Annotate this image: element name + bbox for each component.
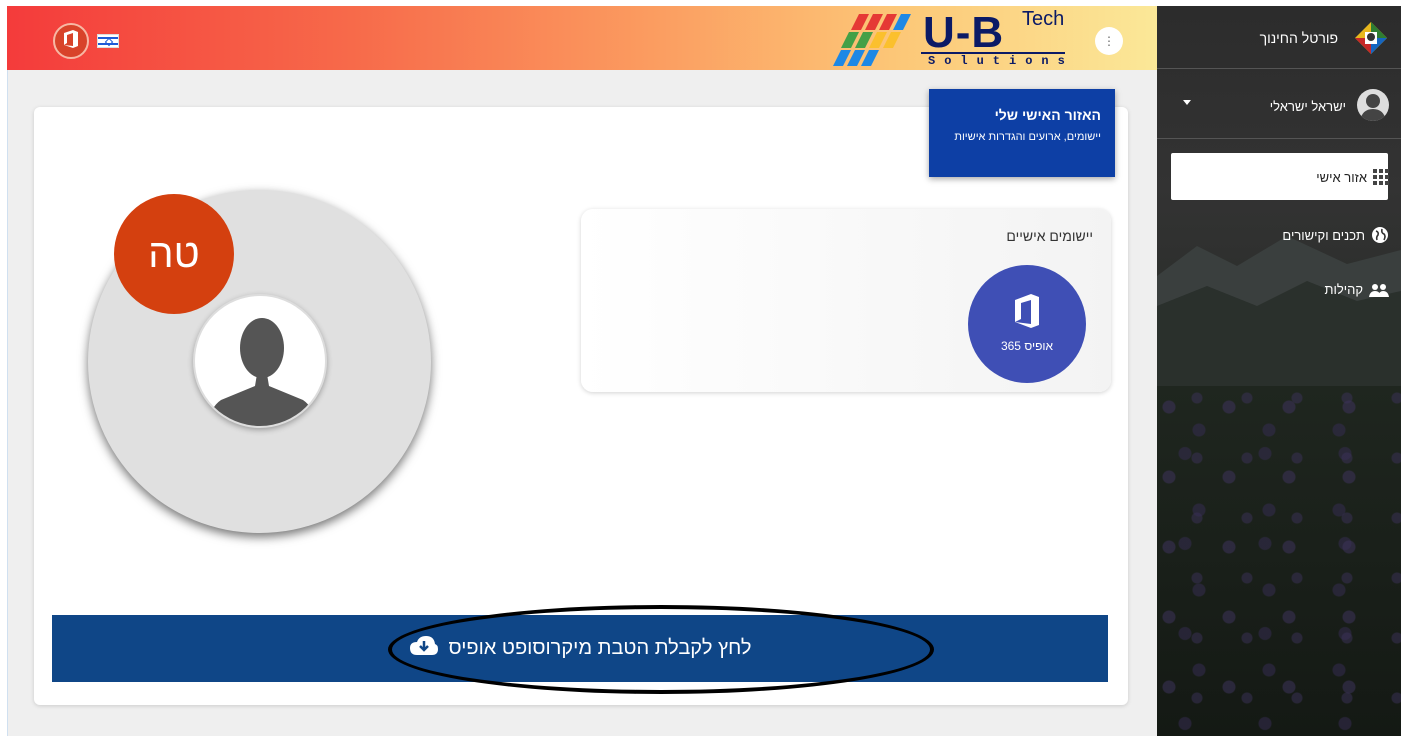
top-header: U-B Tech Solutions ⋮ <box>7 6 1157 70</box>
sidebar-item-label: אזור אישי <box>1316 169 1367 185</box>
logo-solutions-text: Solutions <box>928 54 1074 68</box>
personal-apps-card: יישומים אישיים אופיס 365 <box>581 209 1111 392</box>
sidebar-item-communities[interactable]: קהילות <box>1324 282 1389 297</box>
sidebar-item-label: קהילות <box>1324 282 1363 297</box>
sidebar-item-personal-area[interactable]: אזור אישי <box>1316 169 1389 185</box>
person-silhouette-icon <box>1360 94 1386 121</box>
flower-field-background <box>1157 386 1401 736</box>
people-icon <box>1369 283 1389 297</box>
israel-flag-icon[interactable] <box>97 34 119 48</box>
office-benefit-button[interactable]: לחץ לקבלת הטבת מיקרוסופט אופיס <box>52 615 1108 682</box>
more-options-button[interactable]: ⋮ <box>1095 27 1123 55</box>
user-name: ישראל ישראלי <box>1269 99 1346 114</box>
personal-apps-title: יישומים אישיים <box>1006 228 1093 244</box>
office-365-label: אופיס 365 <box>1000 339 1054 353</box>
logo-main-text: U-B <box>923 8 1005 57</box>
mountain-background-image <box>1157 236 1401 396</box>
sidebar-item-label: תכנים וקישורים <box>1282 227 1365 243</box>
office-benefit-label: לחץ לקבלת הטבת מיקרוסופט אופיס <box>448 637 752 659</box>
office-app-button[interactable] <box>53 23 89 59</box>
office-icon <box>62 29 80 54</box>
ub-tech-logo: U-B Tech Solutions <box>833 8 1065 68</box>
sidebar: פורטל החינוך ישראל ישראלי אזור אישי תכני… <box>1157 6 1401 736</box>
person-silhouette-icon <box>207 318 317 426</box>
portal-title: פורטל החינוך <box>1259 30 1338 46</box>
user-initials-badge: טה <box>114 194 234 314</box>
personal-area-title: האזור האישי שלי <box>994 107 1101 123</box>
user-avatar <box>1357 89 1389 121</box>
caret-down-icon[interactable] <box>1183 100 1191 105</box>
personal-area-subtitle: יישומים, ארועים והגדרות אישיות <box>954 131 1101 143</box>
logo-tech-text: Tech <box>1022 8 1065 30</box>
kebab-icon: ⋮ <box>1103 34 1115 48</box>
user-menu[interactable]: ישראל ישראלי <box>1157 69 1401 139</box>
portal-header: פורטל החינוך <box>1157 6 1401 69</box>
office-365-app[interactable]: אופיס 365 <box>968 265 1086 383</box>
globe-icon <box>1372 227 1388 243</box>
office-icon <box>1012 293 1042 334</box>
profile-photo[interactable] <box>193 294 327 428</box>
personal-area-card[interactable]: האזור האישי שלי יישומים, ארועים והגדרות … <box>929 89 1115 177</box>
ministry-education-logo-icon <box>1355 22 1387 54</box>
cloud-download-icon <box>409 635 439 663</box>
sidebar-item-content-links[interactable]: תכנים וקישורים <box>1282 226 1389 244</box>
grid-icon <box>1373 169 1389 185</box>
